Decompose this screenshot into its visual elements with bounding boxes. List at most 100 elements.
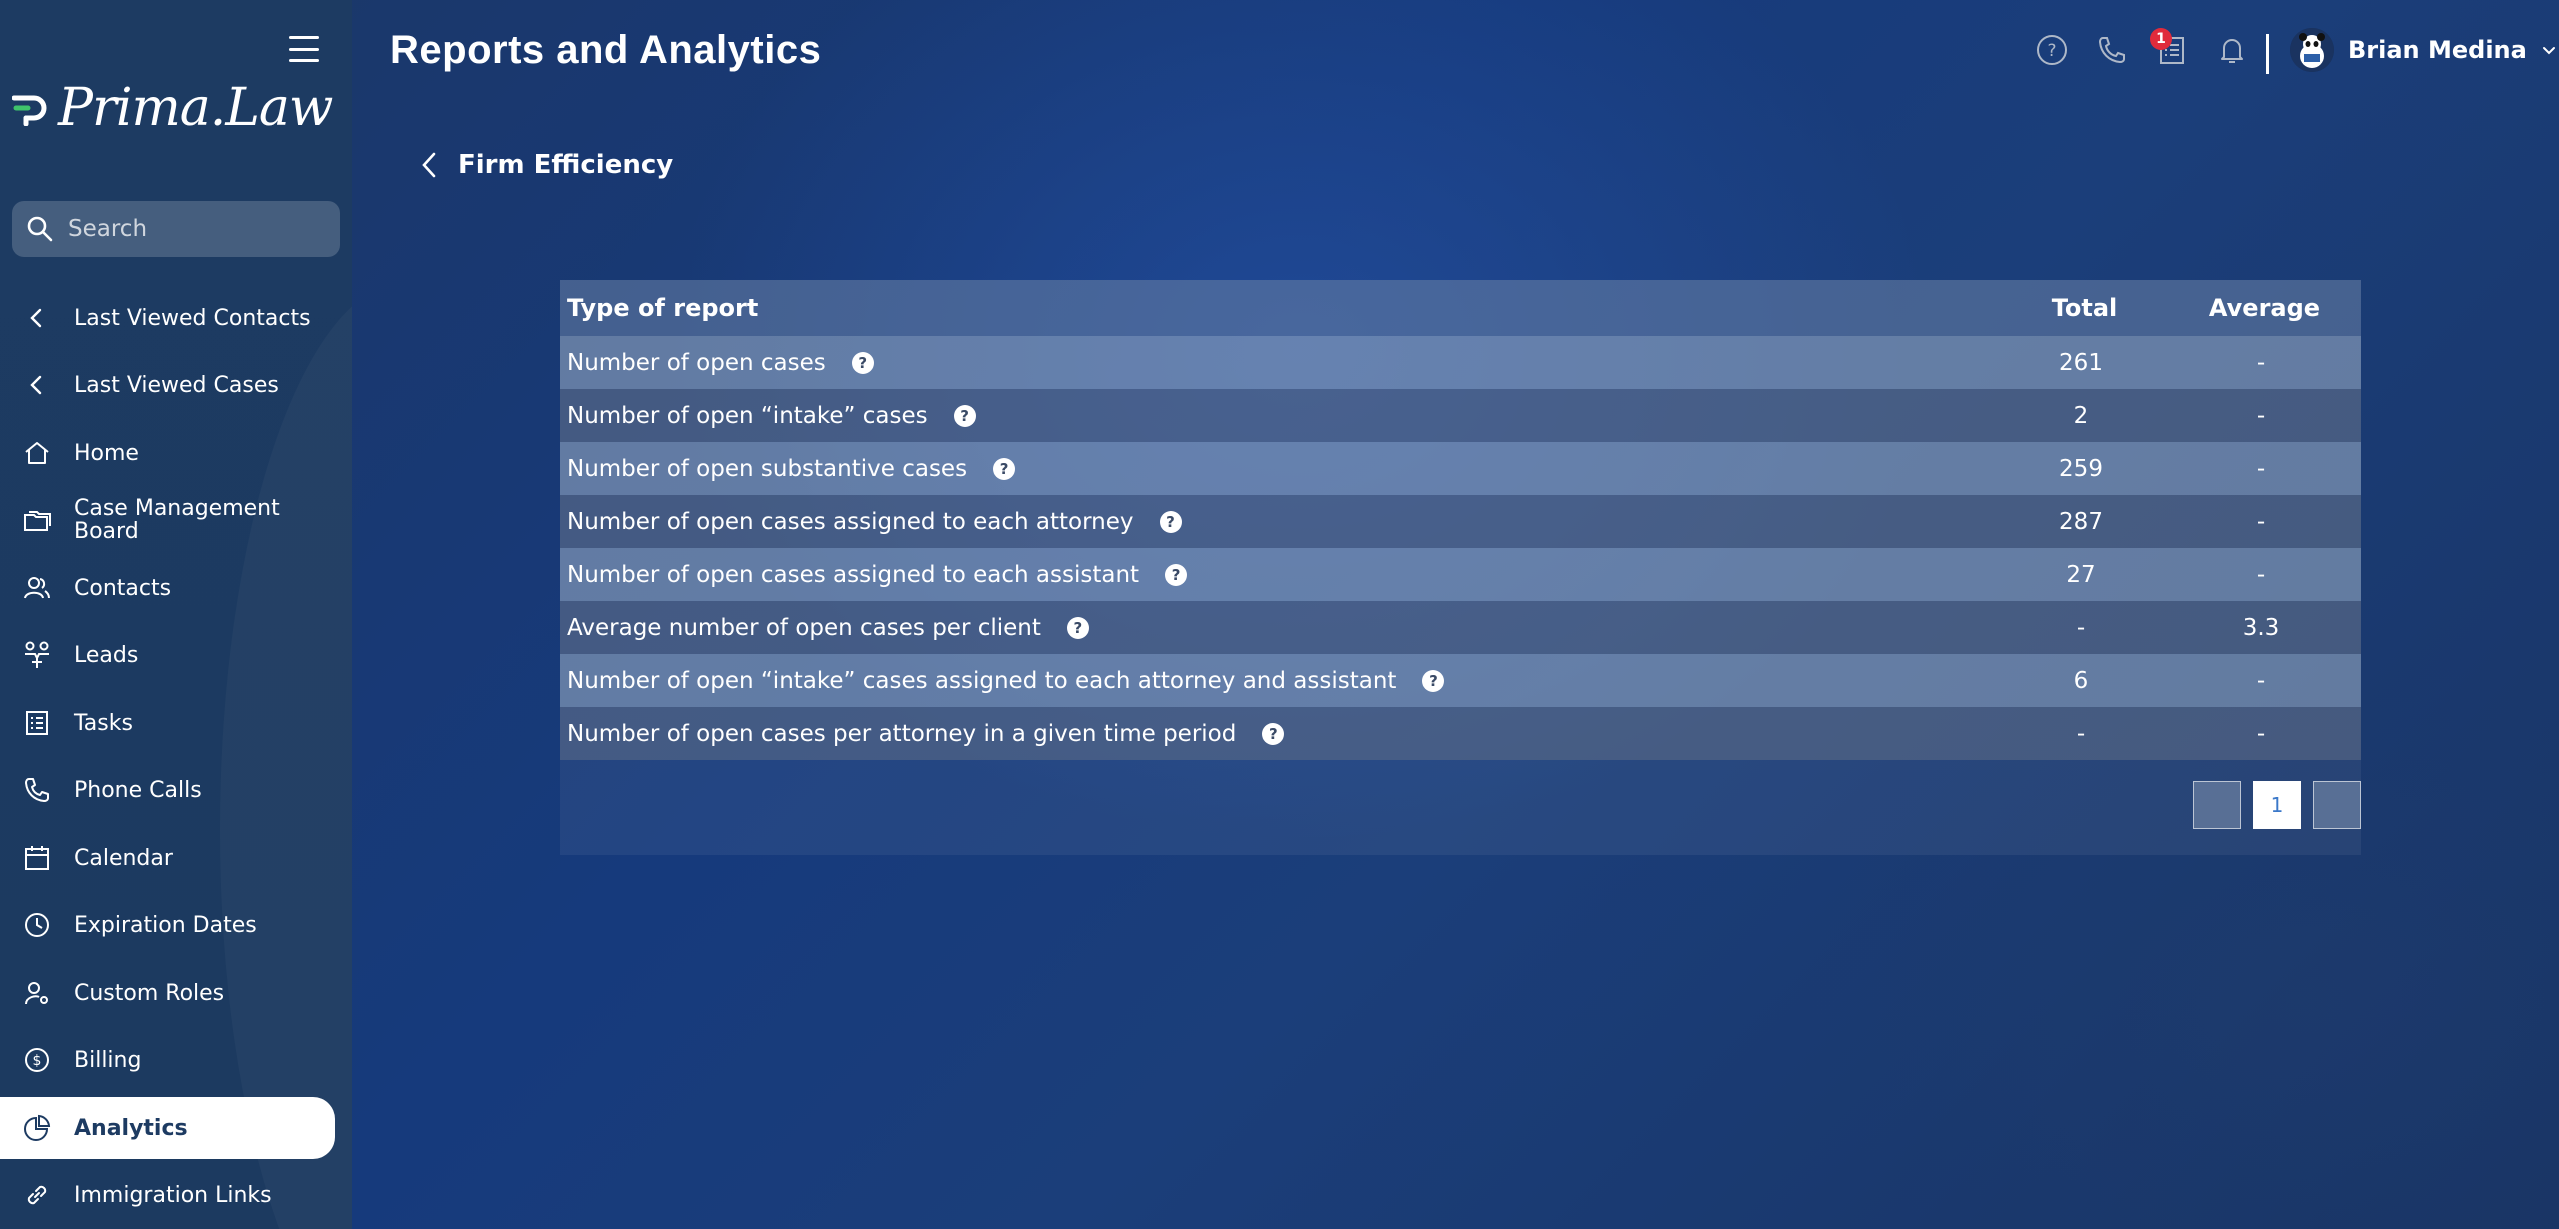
cell-report-type: Number of open “intake” cases assigned t… xyxy=(560,654,2001,707)
page-button-current[interactable]: 1 xyxy=(2253,781,2301,829)
help-tooltip-icon[interactable]: ? xyxy=(953,405,976,427)
sidebar-item-contacts[interactable]: Contacts xyxy=(0,557,335,619)
sidebar-item-label: Custom Roles xyxy=(74,980,225,1006)
report-table: Type of report Total Average Number of o… xyxy=(560,280,2361,760)
header-divider xyxy=(2266,34,2269,74)
clock-icon xyxy=(22,910,52,940)
cell-total: 27 xyxy=(2066,561,2096,588)
user-name: Brian Medina xyxy=(2348,36,2527,64)
cell-report-type: Number of open cases assigned to each at… xyxy=(560,495,2001,548)
cell-average: - xyxy=(2256,455,2266,482)
table-row[interactable]: Number of open cases? 261 - xyxy=(560,336,2361,389)
sidebar-item-analytics[interactable]: Analytics xyxy=(0,1097,335,1159)
table-row[interactable]: Number of open cases assigned to each as… xyxy=(560,548,2361,601)
user-gear-icon xyxy=(22,978,52,1008)
search-box[interactable] xyxy=(12,201,340,257)
notification-badge: 1 xyxy=(2150,28,2172,50)
sidebar-item-case-management-board[interactable]: Case Management Board xyxy=(0,489,335,551)
contacts-icon xyxy=(22,573,52,603)
report-table-panel: Type of report Total Average Number of o… xyxy=(560,280,2361,855)
cell-average: - xyxy=(2256,561,2266,588)
sidebar-item-label: Contacts xyxy=(74,575,172,601)
column-header-total[interactable]: Total xyxy=(2001,280,2161,336)
next-page-button[interactable] xyxy=(2313,781,2361,829)
user-menu[interactable]: Brian Medina xyxy=(2290,28,2557,72)
cell-total: 259 xyxy=(2059,455,2103,482)
chevron-down-icon xyxy=(2542,47,2555,55)
page-title: Reports and Analytics xyxy=(390,28,822,72)
report-type-label: Number of open cases assigned to each at… xyxy=(567,508,1134,535)
sidebar-item-immigration-links[interactable]: Immigration Links xyxy=(0,1164,335,1226)
sidebar-item-home[interactable]: Home xyxy=(0,422,335,484)
brand-logo[interactable]: Prima.Law xyxy=(12,78,333,138)
table-row[interactable]: Number of open cases assigned to each at… xyxy=(560,495,2361,548)
table-row[interactable]: Number of open “intake” cases assigned t… xyxy=(560,654,2361,707)
sidebar-item-expiration-dates[interactable]: Expiration Dates xyxy=(0,894,335,956)
sidebar-item-last-viewed-cases[interactable]: Last Viewed Cases xyxy=(0,354,335,416)
prima-law-logo-icon xyxy=(12,95,47,126)
cell-total: 287 xyxy=(2059,508,2103,535)
report-type-label: Number of open cases per attorney in a g… xyxy=(567,720,1237,747)
sidebar-item-label: Analytics xyxy=(74,1115,188,1141)
menu-toggle-icon[interactable] xyxy=(289,36,319,62)
help-tooltip-icon[interactable]: ? xyxy=(1159,511,1182,533)
cell-report-type: Average number of open cases per client? xyxy=(560,601,2001,654)
leads-icon xyxy=(22,640,52,670)
help-tooltip-icon[interactable]: ? xyxy=(1066,617,1089,639)
task-list-icon[interactable]: 1 xyxy=(2150,28,2188,66)
bell-icon[interactable] xyxy=(2216,34,2248,66)
search-icon xyxy=(27,216,53,242)
back-link[interactable]: Firm Efficiency xyxy=(420,150,673,180)
sidebar-item-label: Leads xyxy=(74,642,139,668)
help-tooltip-icon[interactable]: ? xyxy=(993,458,1016,480)
sidebar-item-label: Calendar xyxy=(74,845,173,871)
table-row[interactable]: Number of open cases per attorney in a g… xyxy=(560,707,2361,760)
cell-report-type: Number of open substantive cases? xyxy=(560,442,2001,495)
brand-name: Prima.Law xyxy=(58,78,333,138)
svg-text:?: ? xyxy=(2047,41,2056,61)
help-tooltip-icon[interactable]: ? xyxy=(1422,670,1445,692)
help-tooltip-icon[interactable]: ? xyxy=(1262,723,1285,745)
sidebar-item-label: Last Viewed Contacts xyxy=(74,305,311,331)
sidebar-item-label: Home xyxy=(74,440,139,466)
help-tooltip-icon[interactable]: ? xyxy=(851,352,874,374)
phone-icon xyxy=(22,775,52,805)
table-row[interactable]: Number of open substantive cases? 259 - xyxy=(560,442,2361,495)
sidebar-item-custom-roles[interactable]: Custom Roles xyxy=(0,962,335,1024)
pagination: 1 xyxy=(2193,781,2361,829)
column-header-average[interactable]: Average xyxy=(2161,280,2361,336)
sidebar-item-label: Billing xyxy=(74,1047,142,1073)
phone-icon[interactable] xyxy=(2096,34,2128,66)
avatar xyxy=(2290,28,2334,72)
table-row[interactable]: Average number of open cases per client?… xyxy=(560,601,2361,654)
sidebar-item-leads[interactable]: Leads xyxy=(0,624,335,686)
sidebar-item-billing[interactable]: $ Billing xyxy=(0,1029,335,1091)
cell-total: 6 xyxy=(2073,667,2089,694)
folders-icon xyxy=(22,505,52,535)
cell-average: 3.3 xyxy=(2242,614,2280,641)
prev-page-button[interactable] xyxy=(2193,781,2241,829)
cell-average: - xyxy=(2256,667,2266,694)
sidebar-item-last-viewed-contacts[interactable]: Last Viewed Contacts xyxy=(0,287,335,349)
report-type-label: Number of open substantive cases xyxy=(567,455,968,482)
help-icon[interactable]: ? xyxy=(2036,34,2068,66)
sidebar-item-label: Phone Calls xyxy=(74,777,202,803)
cell-report-type: Number of open cases assigned to each as… xyxy=(560,548,2001,601)
table-row[interactable]: Number of open “intake” cases? 2 - xyxy=(560,389,2361,442)
chevron-left-icon xyxy=(22,303,52,333)
pie-chart-icon xyxy=(22,1113,52,1143)
cell-average: - xyxy=(2256,508,2266,535)
search-input[interactable] xyxy=(68,216,328,242)
sidebar-item-label: Case Management Board xyxy=(74,495,280,544)
sidebar-item-label: Last Viewed Cases xyxy=(74,372,279,398)
sidebar-item-tasks[interactable]: Tasks xyxy=(0,692,335,754)
sidebar: Prima.Law Last Viewed Contacts Last View… xyxy=(0,0,352,1229)
breadcrumb: Firm Efficiency xyxy=(458,150,674,180)
sidebar-item-calendar[interactable]: Calendar xyxy=(0,827,335,889)
calendar-icon xyxy=(22,843,52,873)
sidebar-item-phone-calls[interactable]: Phone Calls xyxy=(0,759,335,821)
cell-average: - xyxy=(2256,349,2266,376)
help-tooltip-icon[interactable]: ? xyxy=(1165,564,1188,586)
chevron-left-icon xyxy=(22,370,52,400)
column-header-type[interactable]: Type of report xyxy=(560,280,2001,336)
